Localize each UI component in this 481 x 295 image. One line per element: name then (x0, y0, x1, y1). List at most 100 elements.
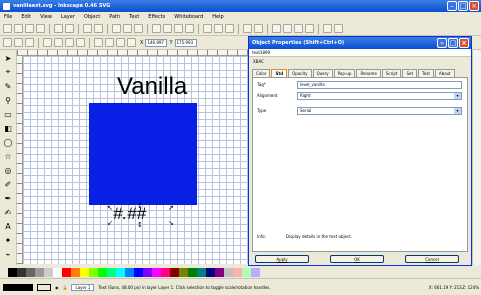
type-select[interactable]: Serial ▾ (297, 106, 462, 115)
select-all-layers-icon[interactable] (14, 38, 23, 47)
zoom-width-icon[interactable] (185, 24, 194, 33)
menu-text[interactable]: Text (129, 14, 139, 20)
palette-swatch[interactable] (116, 267, 125, 277)
handle-sw-icon[interactable]: ↙ (107, 219, 113, 227)
palette-swatch[interactable] (143, 267, 152, 277)
vanilla-heading-text[interactable]: Vanilla (117, 73, 187, 101)
palette-swatch[interactable] (71, 267, 80, 277)
ungroup-icon[interactable] (254, 24, 263, 33)
menu-path[interactable]: Path (109, 14, 120, 20)
palette-swatch[interactable] (224, 267, 233, 277)
deselect-icon[interactable] (25, 38, 34, 47)
ok-button[interactable]: OK (330, 255, 384, 263)
fill-stroke-icon[interactable] (272, 24, 281, 33)
palette-swatch[interactable] (44, 267, 53, 277)
palette-swatch[interactable] (233, 267, 242, 277)
menu-effects[interactable]: Effects (148, 14, 165, 20)
palette-swatch[interactable] (188, 267, 197, 277)
handle-n-icon[interactable]: ↕ (137, 202, 143, 210)
3d-box-tool-icon[interactable]: ◧ (2, 122, 14, 134)
canvas-vertical-scrollbar[interactable] (472, 50, 481, 265)
group-icon[interactable] (243, 24, 252, 33)
import-icon[interactable] (54, 24, 63, 33)
select-all-icon[interactable] (3, 38, 12, 47)
palette-swatch[interactable] (17, 267, 26, 277)
palette-swatch[interactable] (53, 267, 62, 277)
duplicate-icon[interactable] (203, 24, 212, 33)
drawing-canvas[interactable]: Vanilla #.## ↖ ↗ ↙ ↘ ↕ ↕ (23, 56, 259, 264)
document-properties-icon[interactable] (334, 24, 343, 33)
tab-script[interactable]: Script (381, 69, 402, 77)
redo-icon[interactable] (94, 24, 103, 33)
menu-object[interactable]: Object (84, 14, 100, 20)
lock-icon[interactable]: 🔓 (63, 285, 68, 290)
palette-swatch[interactable] (62, 267, 71, 277)
flip-horizontal-icon[interactable] (65, 38, 74, 47)
undo-icon[interactable] (83, 24, 92, 33)
tab-rename[interactable]: Rename (356, 69, 381, 77)
palette-swatch[interactable] (179, 267, 188, 277)
lower-bottom-icon[interactable] (127, 38, 136, 47)
close-button[interactable]: × (469, 1, 479, 11)
preferences-icon[interactable] (323, 24, 332, 33)
new-document-icon[interactable] (3, 24, 12, 33)
xml-editor-icon[interactable] (294, 24, 303, 33)
layer-selector[interactable]: Layer 1 (71, 283, 95, 291)
paste-icon[interactable] (134, 24, 143, 33)
palette-swatch[interactable] (197, 267, 206, 277)
spray-tool-icon[interactable]: ✦ (2, 234, 14, 246)
palette-swatch[interactable] (35, 267, 44, 277)
palette-swatch[interactable] (215, 267, 224, 277)
dialog-close-button[interactable]: × (459, 38, 469, 48)
text-tool-icon[interactable]: A (2, 220, 14, 232)
star-tool-icon[interactable]: ☆ (2, 150, 14, 162)
copy-icon[interactable] (112, 24, 121, 33)
cut-icon[interactable] (123, 24, 132, 33)
tab-set[interactable]: Set (402, 69, 418, 77)
print-icon[interactable] (36, 24, 45, 33)
zoom-level[interactable]: Z: 124% (462, 285, 479, 290)
palette-swatch[interactable] (89, 267, 98, 277)
eye-icon[interactable]: ◉ (55, 285, 59, 290)
save-icon[interactable] (25, 24, 34, 33)
handle-se-icon[interactable]: ↘ (168, 219, 174, 227)
palette-swatch[interactable] (8, 267, 17, 277)
stroke-indicator[interactable] (37, 283, 51, 291)
palette-swatch[interactable] (152, 267, 161, 277)
x-coordinate-input[interactable] (145, 38, 168, 47)
raise-icon[interactable] (105, 38, 114, 47)
y-coordinate-input[interactable] (174, 38, 197, 47)
rotate-ccw-icon[interactable] (43, 38, 52, 47)
handle-nw-icon[interactable]: ↖ (107, 204, 113, 212)
connector-tool-icon[interactable]: ⌁ (2, 248, 14, 260)
clone-icon[interactable] (214, 24, 223, 33)
export-icon[interactable] (65, 24, 74, 33)
tag-input[interactable]: level_vanilla (297, 80, 462, 89)
flip-vertical-icon[interactable] (76, 38, 85, 47)
zoom-page-icon[interactable] (174, 24, 183, 33)
zoom-drawing-icon[interactable] (163, 24, 172, 33)
rectangle-tool-icon[interactable]: ▭ (2, 108, 14, 120)
pencil-tool-icon[interactable]: ✐ (2, 178, 14, 190)
alignment-select[interactable]: Right ▾ (297, 91, 462, 100)
apply-button[interactable]: Apply (255, 255, 309, 263)
unlink-clone-icon[interactable] (225, 24, 234, 33)
tweak-tool-icon[interactable]: ✎ (2, 80, 14, 92)
palette-swatch[interactable] (80, 267, 89, 277)
menu-help[interactable]: Help (212, 14, 223, 20)
raise-top-icon[interactable] (94, 38, 103, 47)
minimize-button[interactable]: – (447, 1, 457, 11)
menu-layer[interactable]: Layer (61, 14, 75, 20)
palette-swatch[interactable] (107, 267, 116, 277)
open-icon[interactable] (14, 24, 23, 33)
tab-opacity[interactable]: Opacity (288, 69, 312, 77)
calligraphy-tool-icon[interactable]: ✍ (2, 206, 14, 218)
ellipse-tool-icon[interactable]: ◯ (2, 136, 14, 148)
menu-view[interactable]: View (40, 14, 52, 20)
menu-file[interactable]: File (4, 14, 12, 20)
fill-indicator[interactable] (3, 283, 33, 291)
zoom-tool-icon[interactable]: ⚲ (2, 94, 14, 106)
palette-swatch[interactable] (98, 267, 107, 277)
text-font-icon[interactable] (283, 24, 292, 33)
tab-popup[interactable]: Pop-up (333, 69, 356, 77)
